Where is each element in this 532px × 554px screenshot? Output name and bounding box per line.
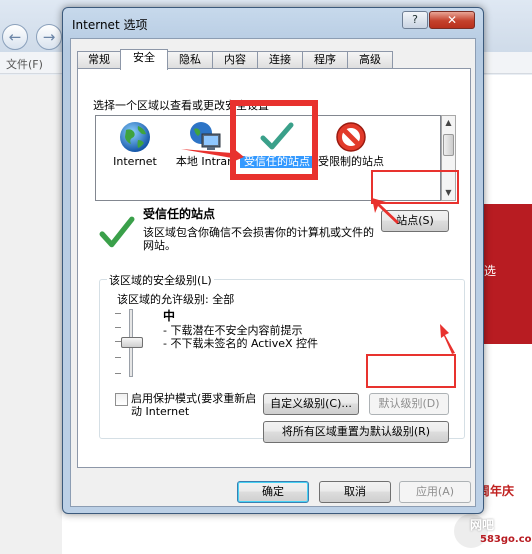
- slider-tick: [115, 313, 121, 314]
- tab-security[interactable]: 安全: [120, 49, 168, 70]
- cancel-button[interactable]: 取消: [319, 481, 391, 503]
- tab-advanced[interactable]: 高级: [347, 51, 393, 69]
- tab-general[interactable]: 常规: [77, 51, 121, 69]
- globe-icon: [120, 122, 150, 152]
- page-banner-text: 选: [484, 264, 497, 278]
- zone-label: Internet: [113, 155, 157, 168]
- protected-mode-checkbox[interactable]: [115, 393, 128, 406]
- custom-level-button[interactable]: 自定义级别(C)...: [263, 393, 359, 415]
- slider-tick: [115, 357, 121, 358]
- tab-programs[interactable]: 程序: [302, 51, 348, 69]
- reset-all-zones-button[interactable]: 将所有区域重置为默认级别(R): [263, 421, 449, 443]
- scroll-up-icon[interactable]: ▲: [442, 116, 455, 130]
- slider-thumb[interactable]: [121, 337, 143, 348]
- sites-button[interactable]: 站点(S): [381, 210, 449, 232]
- selected-zone-description: 该区域包含你确信不会损害你的计算机或文件的网站。: [143, 226, 374, 252]
- level-description: - 下载潜在不安全内容前提示 - 不下载未签名的 ActiveX 控件: [163, 324, 318, 350]
- slider-tick: [115, 327, 121, 328]
- dialog-title: Internet 选项: [72, 18, 148, 32]
- level-bullet: - 下载潜在不安全内容前提示: [163, 324, 303, 337]
- security-level-label: 该区域的安全级别(L): [107, 272, 214, 288]
- internet-options-dialog: Internet 选项 ? ✕ 常规 安全 隐私 内容 连接 程序 高级 选择一…: [62, 7, 484, 514]
- watermark-url: 583go.com: [480, 534, 532, 545]
- ok-button[interactable]: 确定: [237, 481, 309, 503]
- watermark-logo-text: 网吧: [470, 518, 495, 532]
- level-bullet: - 不下载未签名的 ActiveX 控件: [163, 337, 319, 350]
- selected-zone-title: 受信任的站点: [143, 207, 216, 221]
- annotation-box-trusted: [230, 100, 318, 180]
- browser-left-area: [0, 75, 62, 554]
- protected-mode-label: 启用保护模式(要求重新启动 Internet: [131, 392, 257, 418]
- apply-button[interactable]: 应用(A): [399, 481, 471, 503]
- forward-icon[interactable]: →: [36, 24, 62, 50]
- zone-label: 受限制的站点: [318, 155, 384, 168]
- local-intranet-icon: [190, 122, 221, 150]
- slider-tick: [115, 373, 121, 374]
- annotation-box-default-level: [366, 354, 456, 388]
- file-menu[interactable]: 文件(F): [6, 56, 43, 72]
- default-level-button[interactable]: 默认级别(D): [369, 393, 449, 415]
- tab-privacy[interactable]: 隐私: [167, 51, 213, 69]
- help-button[interactable]: ?: [402, 11, 428, 29]
- close-button[interactable]: ✕: [429, 11, 475, 29]
- allowed-levels-text: 该区域的允许级别: 全部: [117, 293, 235, 306]
- tab-connections[interactable]: 连接: [257, 51, 303, 69]
- level-name: 中: [163, 309, 176, 323]
- tab-content[interactable]: 内容: [212, 51, 258, 69]
- scroll-thumb[interactable]: [443, 134, 454, 156]
- annotation-box-sites: [371, 170, 459, 204]
- restricted-icon: [336, 122, 366, 152]
- zone-internet[interactable]: Internet: [98, 116, 172, 200]
- trusted-checkmark-icon: [99, 216, 135, 248]
- back-icon[interactable]: ←: [2, 24, 28, 50]
